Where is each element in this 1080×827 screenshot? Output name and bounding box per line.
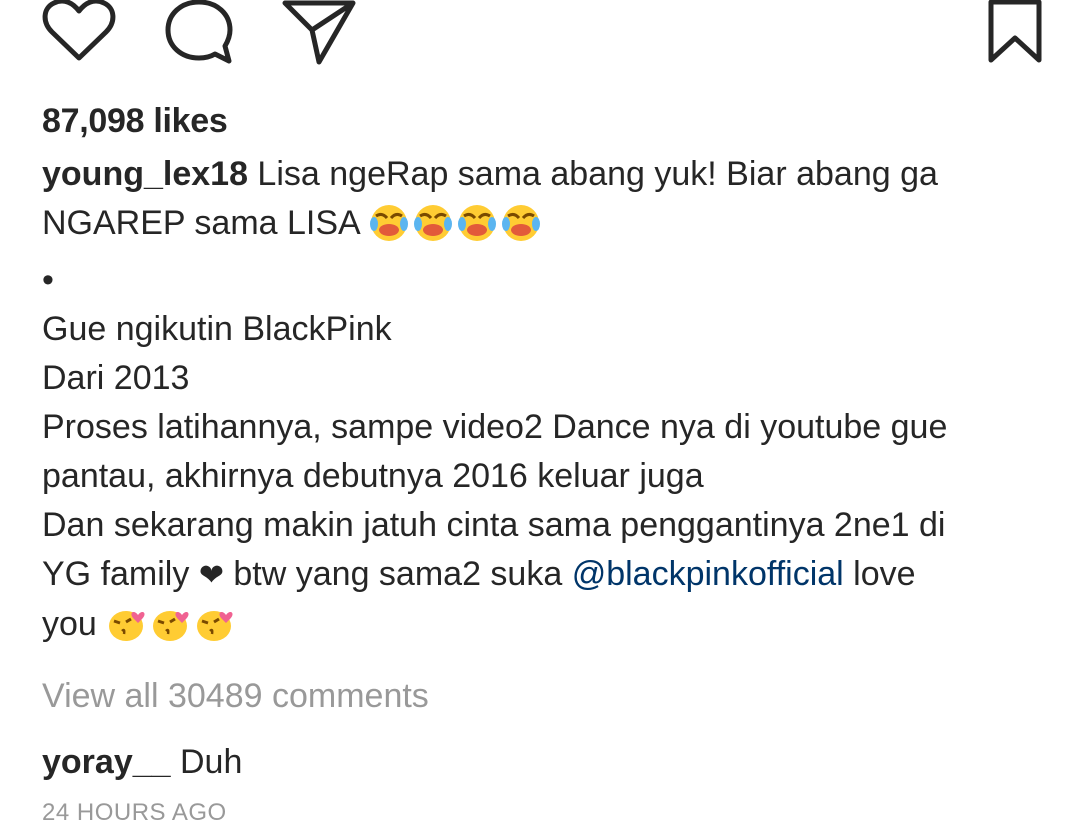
post-details: 87,098 likes young_lex18 Lisa ngeRap sam…	[42, 96, 1042, 827]
caption-text: NGAREP sama LISA	[42, 204, 369, 242]
caption-line: NGAREP sama LISA	[42, 199, 1042, 256]
likes-count[interactable]: 87,098 likes	[42, 96, 1042, 146]
caption-line: Proses latihannya, sampe video2 Dance ny…	[42, 403, 1042, 452]
caption-text: Dan sekarang makin jatuh cinta sama peng…	[42, 506, 946, 544]
caption-text: love	[843, 555, 916, 593]
caption-line: you	[42, 600, 1042, 657]
crying-laughing-emoji-icon	[368, 200, 410, 256]
caption-text: Gue ngikutin BlackPink	[42, 310, 392, 348]
mention-link[interactable]: @blackpinkofficial	[572, 555, 844, 593]
kissing-heart-emoji-icon	[106, 601, 148, 657]
caption-text: Lisa ngeRap sama abang yuk! Biar abang g…	[247, 155, 938, 193]
heart-emoji-icon: ❤	[198, 559, 224, 592]
crying-laughing-emoji-icon	[412, 200, 454, 256]
caption-bullet: •	[42, 261, 54, 299]
caption-text: YG family	[42, 555, 199, 593]
comment-username[interactable]: yoray__	[42, 743, 171, 781]
caption-line: Dari 2013	[42, 354, 1042, 403]
caption-line: pantau, akhirnya debutnya 2016 keluar ju…	[42, 452, 1042, 501]
caption-line: •	[42, 256, 1042, 305]
caption-text: pantau, akhirnya debutnya 2016 keluar ju…	[42, 457, 704, 495]
view-all-comments-link[interactable]: View all 30489 comments	[42, 671, 1042, 721]
comment-text: Duh	[170, 743, 243, 781]
caption-text: Proses latihannya, sampe video2 Dance ny…	[42, 408, 948, 446]
crying-laughing-emoji-icon	[500, 200, 542, 256]
crying-laughing-emoji-icon	[456, 200, 498, 256]
post-timestamp: 24 HOURS AGO	[42, 799, 227, 826]
comment-row: yoray__ Duh	[42, 737, 1042, 787]
bookmark-icon[interactable]	[986, 0, 1044, 66]
caption: young_lex18 Lisa ngeRap sama abang yuk! …	[42, 150, 1042, 657]
caption-text: btw yang sama2 suka	[223, 555, 572, 593]
paper-plane-icon[interactable]	[280, 0, 358, 66]
caption-text: Dari 2013	[42, 359, 190, 397]
heart-icon[interactable]	[40, 0, 118, 64]
caption-line: YG family ❤ btw yang sama2 suka @blackpi…	[42, 550, 1042, 600]
caption-username[interactable]: young_lex18	[42, 155, 248, 193]
kissing-heart-emoji-icon	[194, 601, 236, 657]
caption-line: Dan sekarang makin jatuh cinta sama peng…	[42, 501, 1042, 550]
caption-text: you	[42, 605, 107, 643]
caption-line: Gue ngikutin BlackPink	[42, 305, 1042, 354]
action-bar	[0, 0, 1080, 70]
comment-bubble-icon[interactable]	[162, 0, 236, 64]
caption-line: young_lex18 Lisa ngeRap sama abang yuk! …	[42, 150, 1042, 199]
kissing-heart-emoji-icon	[150, 601, 192, 657]
